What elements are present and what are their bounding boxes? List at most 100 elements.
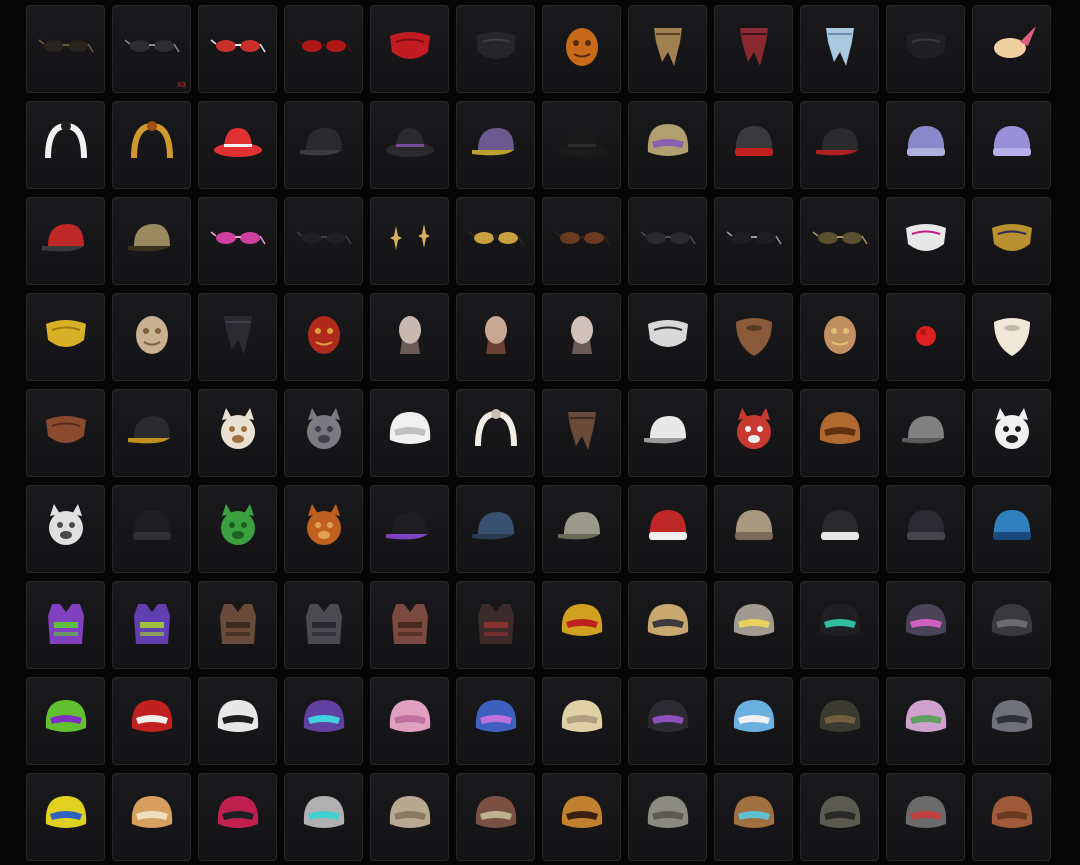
inventory-slot[interactable] — [542, 389, 621, 477]
inventory-slot[interactable] — [886, 5, 965, 93]
inventory-slot[interactable] — [628, 5, 707, 93]
inventory-slot[interactable] — [972, 773, 1051, 861]
inventory-slot[interactable] — [26, 197, 105, 285]
inventory-slot[interactable] — [714, 773, 793, 861]
inventory-slot[interactable] — [628, 485, 707, 573]
inventory-slot[interactable] — [800, 101, 879, 189]
inventory-slot[interactable] — [456, 197, 535, 285]
inventory-slot[interactable] — [628, 389, 707, 477]
inventory-slot[interactable] — [284, 581, 363, 669]
inventory-slot[interactable] — [198, 197, 277, 285]
inventory-slot[interactable] — [26, 677, 105, 765]
inventory-slot[interactable] — [26, 773, 105, 861]
inventory-slot[interactable] — [714, 677, 793, 765]
inventory-slot[interactable] — [198, 389, 277, 477]
inventory-slot[interactable] — [198, 293, 277, 381]
inventory-slot[interactable] — [714, 197, 793, 285]
inventory-slot[interactable] — [284, 677, 363, 765]
inventory-slot[interactable] — [714, 293, 793, 381]
inventory-slot[interactable] — [886, 293, 965, 381]
inventory-slot[interactable] — [886, 389, 965, 477]
inventory-slot[interactable] — [972, 101, 1051, 189]
inventory-slot[interactable] — [112, 581, 191, 669]
inventory-slot[interactable] — [370, 101, 449, 189]
inventory-slot[interactable] — [542, 773, 621, 861]
inventory-slot[interactable] — [972, 485, 1051, 573]
inventory-slot[interactable] — [26, 101, 105, 189]
inventory-slot[interactable] — [370, 5, 449, 93]
inventory-slot[interactable] — [26, 389, 105, 477]
inventory-slot[interactable] — [112, 293, 191, 381]
inventory-slot[interactable] — [284, 389, 363, 477]
inventory-slot[interactable] — [456, 389, 535, 477]
inventory-slot[interactable] — [628, 677, 707, 765]
inventory-slot[interactable] — [714, 5, 793, 93]
inventory-slot[interactable] — [714, 485, 793, 573]
inventory-slot[interactable] — [714, 389, 793, 477]
inventory-slot[interactable] — [198, 773, 277, 861]
inventory-slot[interactable] — [26, 5, 105, 93]
inventory-slot[interactable] — [800, 677, 879, 765]
inventory-slot[interactable] — [972, 5, 1051, 93]
inventory-slot[interactable] — [112, 773, 191, 861]
inventory-slot[interactable] — [886, 197, 965, 285]
inventory-slot[interactable] — [112, 389, 191, 477]
inventory-slot[interactable] — [26, 485, 105, 573]
inventory-slot[interactable] — [800, 197, 879, 285]
inventory-slot[interactable] — [370, 581, 449, 669]
inventory-slot[interactable] — [800, 5, 879, 93]
inventory-slot[interactable] — [456, 5, 535, 93]
inventory-slot[interactable] — [800, 485, 879, 573]
inventory-slot[interactable] — [456, 101, 535, 189]
inventory-slot[interactable] — [284, 293, 363, 381]
inventory-slot[interactable] — [886, 101, 965, 189]
inventory-slot[interactable] — [886, 677, 965, 765]
inventory-slot[interactable] — [886, 773, 965, 861]
inventory-slot[interactable] — [112, 677, 191, 765]
inventory-slot[interactable] — [972, 197, 1051, 285]
inventory-slot[interactable] — [284, 773, 363, 861]
inventory-slot[interactable] — [284, 5, 363, 93]
inventory-slot[interactable] — [370, 293, 449, 381]
inventory-slot[interactable] — [284, 485, 363, 573]
inventory-slot[interactable] — [370, 485, 449, 573]
inventory-slot[interactable] — [542, 293, 621, 381]
inventory-slot[interactable] — [370, 197, 449, 285]
inventory-slot[interactable] — [112, 101, 191, 189]
inventory-slot[interactable] — [800, 293, 879, 381]
inventory-slot[interactable] — [198, 677, 277, 765]
inventory-slot[interactable] — [628, 773, 707, 861]
inventory-slot[interactable] — [542, 5, 621, 93]
inventory-slot[interactable] — [628, 101, 707, 189]
inventory-slot[interactable] — [542, 485, 621, 573]
inventory-slot[interactable] — [456, 293, 535, 381]
inventory-slot[interactable] — [628, 197, 707, 285]
inventory-slot[interactable] — [886, 485, 965, 573]
inventory-slot[interactable] — [972, 389, 1051, 477]
inventory-slot[interactable] — [456, 485, 535, 573]
inventory-slot[interactable] — [886, 581, 965, 669]
inventory-slot[interactable] — [112, 197, 191, 285]
inventory-slot[interactable] — [370, 773, 449, 861]
inventory-slot[interactable] — [370, 677, 449, 765]
inventory-slot[interactable] — [972, 293, 1051, 381]
inventory-slot[interactable] — [370, 389, 449, 477]
inventory-slot[interactable] — [284, 101, 363, 189]
inventory-slot[interactable] — [542, 197, 621, 285]
inventory-slot[interactable] — [800, 389, 879, 477]
inventory-slot[interactable] — [972, 581, 1051, 669]
inventory-slot[interactable] — [112, 485, 191, 573]
inventory-slot[interactable] — [198, 581, 277, 669]
inventory-slot[interactable] — [198, 485, 277, 573]
inventory-slot[interactable] — [456, 581, 535, 669]
inventory-slot[interactable] — [714, 581, 793, 669]
inventory-slot[interactable]: X3 — [112, 5, 191, 93]
inventory-slot[interactable] — [26, 293, 105, 381]
inventory-slot[interactable] — [800, 773, 879, 861]
inventory-slot[interactable] — [714, 101, 793, 189]
inventory-slot[interactable] — [26, 581, 105, 669]
inventory-slot[interactable] — [456, 773, 535, 861]
inventory-slot[interactable] — [542, 101, 621, 189]
inventory-slot[interactable] — [628, 581, 707, 669]
inventory-slot[interactable] — [284, 197, 363, 285]
